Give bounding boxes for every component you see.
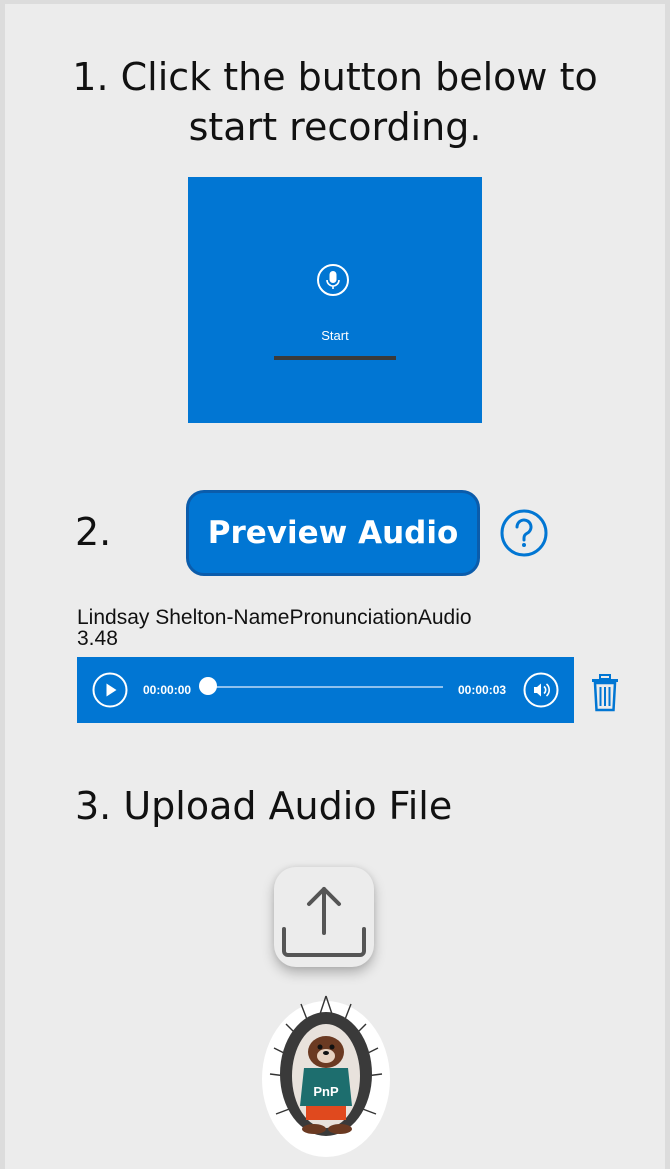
question-icon[interactable]: [500, 509, 548, 557]
audio-file-name: Lindsay Shelton-NamePronunciationAudio: [77, 606, 472, 629]
step3-title: 3. Upload Audio File: [75, 784, 453, 828]
step2-number: 2.: [75, 510, 112, 554]
audio-file-size: 3.48: [77, 627, 118, 650]
start-label: Start: [321, 328, 349, 343]
preview-audio-button[interactable]: Preview Audio: [186, 490, 480, 576]
seek-thumb[interactable]: [199, 677, 217, 695]
upload-icon: [282, 887, 366, 957]
porcupine-mascot-image: PnP: [262, 995, 390, 1157]
trash-icon[interactable]: [590, 674, 620, 712]
audio-player: 00:00:00 00:00:03: [77, 657, 574, 723]
step1-title-line2: start recording.: [188, 105, 482, 149]
record-start-button[interactable]: Start: [188, 177, 482, 423]
microphone-icon: [317, 264, 349, 296]
volume-icon[interactable]: [523, 672, 559, 708]
upload-audio-button[interactable]: [274, 867, 374, 967]
mascot-shirt-text: PnP: [313, 1084, 339, 1099]
seek-track[interactable]: [208, 686, 443, 688]
play-icon[interactable]: [92, 672, 128, 708]
recording-level-bar: [274, 356, 396, 360]
step1-title-line1: 1. Click the button below to: [72, 55, 598, 99]
total-time: 00:00:03: [458, 683, 507, 697]
step1-title: 1. Click the button below to start recor…: [0, 52, 670, 152]
current-time: 00:00:00: [143, 683, 192, 697]
